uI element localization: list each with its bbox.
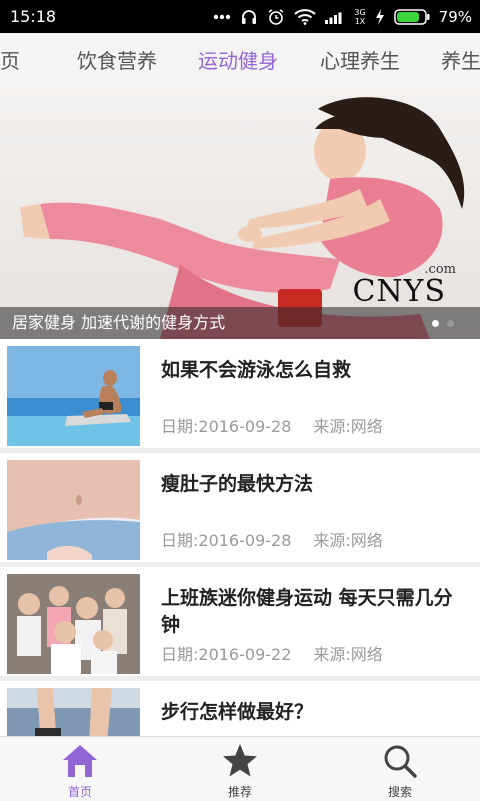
pager-dot[interactable] xyxy=(447,320,454,327)
article-thumbnail xyxy=(7,688,140,736)
network-type: 3G 1X xyxy=(354,7,366,26)
tab-home-partial[interactable]: 页 xyxy=(0,33,20,89)
article-item[interactable]: 上班族迷你健身运动 每天只需几分钟 日期:2016-09-22 来源:网络 xyxy=(0,567,480,676)
charging-icon xyxy=(375,8,385,25)
article-list: 如果不会游泳怎么自救 日期:2016-09-28 来源:网络 瘦肚子的最快方法 日… xyxy=(0,339,480,736)
status-icons: 3G 1X 79% xyxy=(213,0,472,33)
article-date: 日期:2016-09-28 xyxy=(161,531,292,550)
category-tab-bar: 页 饮食营养 运动健身 心理养生 养生 xyxy=(0,33,480,90)
nav-home-label: 首页 xyxy=(67,785,92,799)
bottom-navigation: 首页 推荐 搜索 xyxy=(0,736,480,801)
article-title[interactable]: 上班族迷你健身运动 每天只需几分钟 xyxy=(161,585,471,639)
battery-icon xyxy=(393,8,430,25)
article-item[interactable]: 瘦肚子的最快方法 日期:2016-09-28 来源:网络 xyxy=(0,453,480,562)
tab-mental-health[interactable]: 心理养生 xyxy=(320,33,400,89)
article-item[interactable]: 如果不会游泳怎么自救 日期:2016-09-28 来源:网络 xyxy=(0,339,480,448)
signal-icon xyxy=(325,10,345,24)
article-thumbnail xyxy=(7,574,140,674)
article-meta: 日期:2016-09-28 来源:网络 xyxy=(161,413,383,437)
more-dots-icon xyxy=(213,14,231,20)
article-date: 日期:2016-09-28 xyxy=(161,417,292,436)
article-date: 日期:2016-09-22 xyxy=(161,645,292,664)
headphones-icon xyxy=(240,8,258,26)
nav-search[interactable]: 搜索 xyxy=(320,737,480,801)
nav-search-label: 搜索 xyxy=(387,785,412,799)
battery-percent: 79% xyxy=(438,7,472,26)
article-source: 来源:网络 xyxy=(313,531,383,550)
banner-watermark: CNYS xyxy=(352,274,446,309)
featured-banner[interactable]: .com CNYS 居家健身 加速代谢的健身方式 xyxy=(0,89,480,339)
article-item[interactable]: 步行怎样做最好？ xyxy=(0,681,480,736)
nav-recommend-label: 推荐 xyxy=(227,785,252,799)
status-bar: 15:18 3G 1X 79% xyxy=(0,0,480,33)
article-thumbnail xyxy=(7,346,140,446)
nav-recommend[interactable]: 推荐 xyxy=(160,737,320,801)
article-title[interactable]: 步行怎样做最好？ xyxy=(161,699,471,726)
banner-pager xyxy=(432,320,454,327)
article-title[interactable]: 如果不会游泳怎么自救 xyxy=(161,357,471,384)
tab-wellness-partial[interactable]: 养生 xyxy=(441,33,480,89)
article-meta: 日期:2016-09-22 来源:网络 xyxy=(161,641,383,665)
pager-dot-active[interactable] xyxy=(432,320,439,327)
wifi-icon xyxy=(294,8,317,25)
tab-diet-nutrition[interactable]: 饮食营养 xyxy=(77,33,157,89)
home-icon xyxy=(61,743,99,779)
article-source: 来源:网络 xyxy=(313,645,383,664)
nav-home[interactable]: 首页 xyxy=(0,737,160,801)
banner-caption: 居家健身 加速代谢的健身方式 xyxy=(12,313,226,332)
article-source: 来源:网络 xyxy=(313,417,383,436)
star-icon xyxy=(221,743,259,779)
article-thumbnail xyxy=(7,460,140,560)
status-time: 15:18 xyxy=(10,7,57,26)
alarm-clock-icon xyxy=(267,8,285,26)
tab-sports-fitness[interactable]: 运动健身 xyxy=(198,33,278,89)
search-icon xyxy=(381,743,419,779)
article-title[interactable]: 瘦肚子的最快方法 xyxy=(161,471,471,498)
article-meta: 日期:2016-09-28 来源:网络 xyxy=(161,527,383,551)
